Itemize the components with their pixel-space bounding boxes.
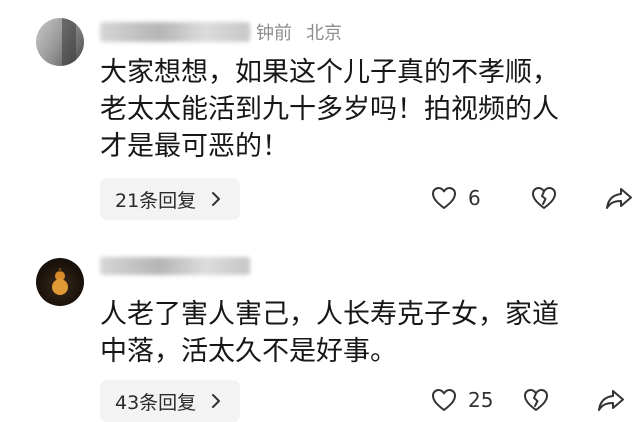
comment-text-line: 老太太能活到九十多岁吗！拍视频的人 <box>100 94 559 125</box>
username-blurred[interactable] <box>100 257 250 275</box>
chevron-right-icon <box>212 394 221 408</box>
comment-text-line: 中落，活太久不是好事。 <box>100 336 397 367</box>
broken-heart-icon[interactable] <box>530 184 558 212</box>
comment-meta: 钟前 北京 <box>100 19 342 45</box>
share-arrow-icon[interactable] <box>604 184 634 212</box>
comment-time: 钟前 <box>256 23 292 44</box>
gourd-avatar-image <box>52 268 68 295</box>
username-blurred[interactable] <box>100 22 250 42</box>
view-replies-button[interactable]: 21条回复 <box>100 178 241 220</box>
comment-text-line: 人老了害人害己，人长寿克子女，家道 <box>100 299 559 330</box>
comment-text-line: 大家想想，如果这个儿子真的不孝顺， <box>100 57 559 88</box>
comment-location: 北京 <box>306 23 342 44</box>
comment-meta <box>100 256 250 282</box>
like-count: 25 <box>468 388 494 412</box>
comment-text: 大家想想，如果这个儿子真的不孝顺， 老太太能活到九十多岁吗！拍视频的人 才是最可… <box>100 54 620 165</box>
comment-actions: 6 <box>430 184 634 212</box>
like-count: 6 <box>468 186 481 210</box>
replies-label: 21条回复 <box>115 189 197 212</box>
view-replies-button[interactable]: 43条回复 <box>100 380 241 422</box>
comment-text: 人老了害人害己，人长寿克子女，家道 中落，活太久不是好事。 <box>100 296 620 370</box>
like-button[interactable]: 6 <box>430 184 494 212</box>
chevron-right-icon <box>212 192 221 206</box>
replies-label: 43条回复 <box>115 391 197 414</box>
comment-text-line: 才是最可恶的！ <box>100 131 289 162</box>
heart-outline-icon <box>432 187 456 209</box>
avatar[interactable] <box>36 258 84 306</box>
avatar[interactable] <box>36 18 84 66</box>
